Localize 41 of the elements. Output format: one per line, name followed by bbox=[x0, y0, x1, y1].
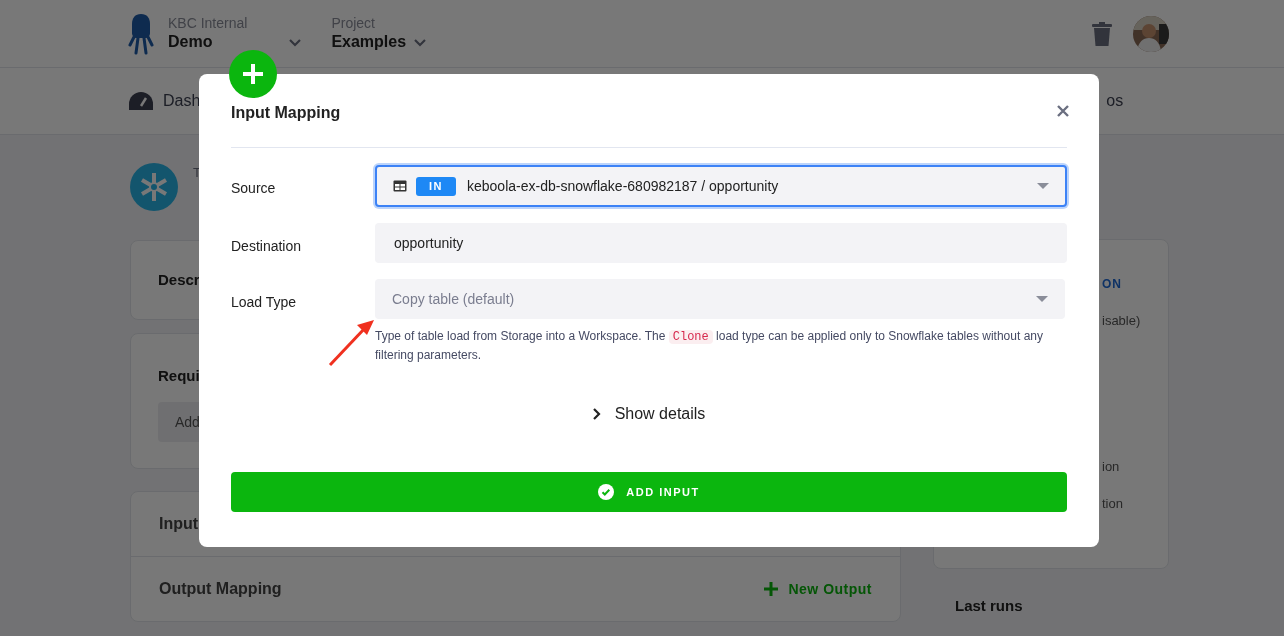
select-value: keboola-ex-db-snowflake-680982187 / opportunity bbox=[467, 176, 780, 196]
gauge-icon bbox=[128, 91, 154, 111]
sidebar-link[interactable]: ON bbox=[1102, 275, 1168, 293]
check-circle-icon bbox=[598, 484, 615, 500]
sidebar-text: tion bbox=[1102, 495, 1124, 513]
caret-icon bbox=[1037, 183, 1049, 189]
nav-item[interactable]: os bbox=[1106, 89, 1124, 113]
load-type-select[interactable]: Copy table (default) bbox=[375, 279, 1065, 319]
add-input-button[interactable]: ADD INPUT bbox=[231, 472, 1067, 512]
sidebar-text: ion bbox=[1102, 457, 1121, 476]
nav-item[interactable]: Dash bbox=[163, 89, 201, 113]
plus-icon bbox=[764, 582, 779, 596]
select-placeholder: Copy table (default) bbox=[392, 289, 516, 309]
chevron-down-icon bbox=[414, 39, 427, 47]
table-icon bbox=[393, 180, 407, 192]
in-badge: IN bbox=[416, 176, 456, 196]
field-label: Load Type bbox=[231, 294, 297, 310]
trash-icon[interactable] bbox=[1092, 21, 1112, 46]
source-select[interactable]: IN keboola-ex-db-snowflake-680982187 / opportunity bbox=[375, 165, 1067, 207]
section-title: Input bbox=[159, 514, 199, 534]
card-title: Descr bbox=[158, 269, 200, 290]
project-name[interactable]: Examples bbox=[331, 32, 407, 52]
field-label: Destination bbox=[231, 238, 302, 254]
sidebar-text: isable) bbox=[1102, 312, 1142, 330]
caret-icon bbox=[1036, 296, 1048, 302]
chevron-icon bbox=[592, 408, 601, 420]
snowflake-logo-icon bbox=[130, 163, 178, 211]
last-runs-title: Last runs bbox=[955, 596, 1024, 616]
section-title: Output Mapping bbox=[159, 579, 283, 599]
new-output-button[interactable]: New Output bbox=[764, 578, 872, 600]
octopus-logo-icon bbox=[128, 12, 154, 55]
annotation-arrow bbox=[327, 318, 375, 368]
destination-field[interactable]: opportunity bbox=[375, 223, 1067, 263]
help-text: Type of table load from Storage into a Workspace. The Clone load type can be applied only to Snowflake tables without any filtering parameters. bbox=[375, 328, 1044, 364]
close-icon[interactable] bbox=[1057, 105, 1069, 117]
modal-title: Input Mapping bbox=[231, 103, 342, 123]
chevron-down-icon bbox=[289, 39, 302, 47]
organization-name[interactable]: Demo bbox=[168, 32, 248, 52]
card-title: Requi bbox=[158, 367, 200, 384]
field-label: Source bbox=[231, 180, 276, 196]
show-details-toggle[interactable]: Show details bbox=[592, 402, 706, 426]
